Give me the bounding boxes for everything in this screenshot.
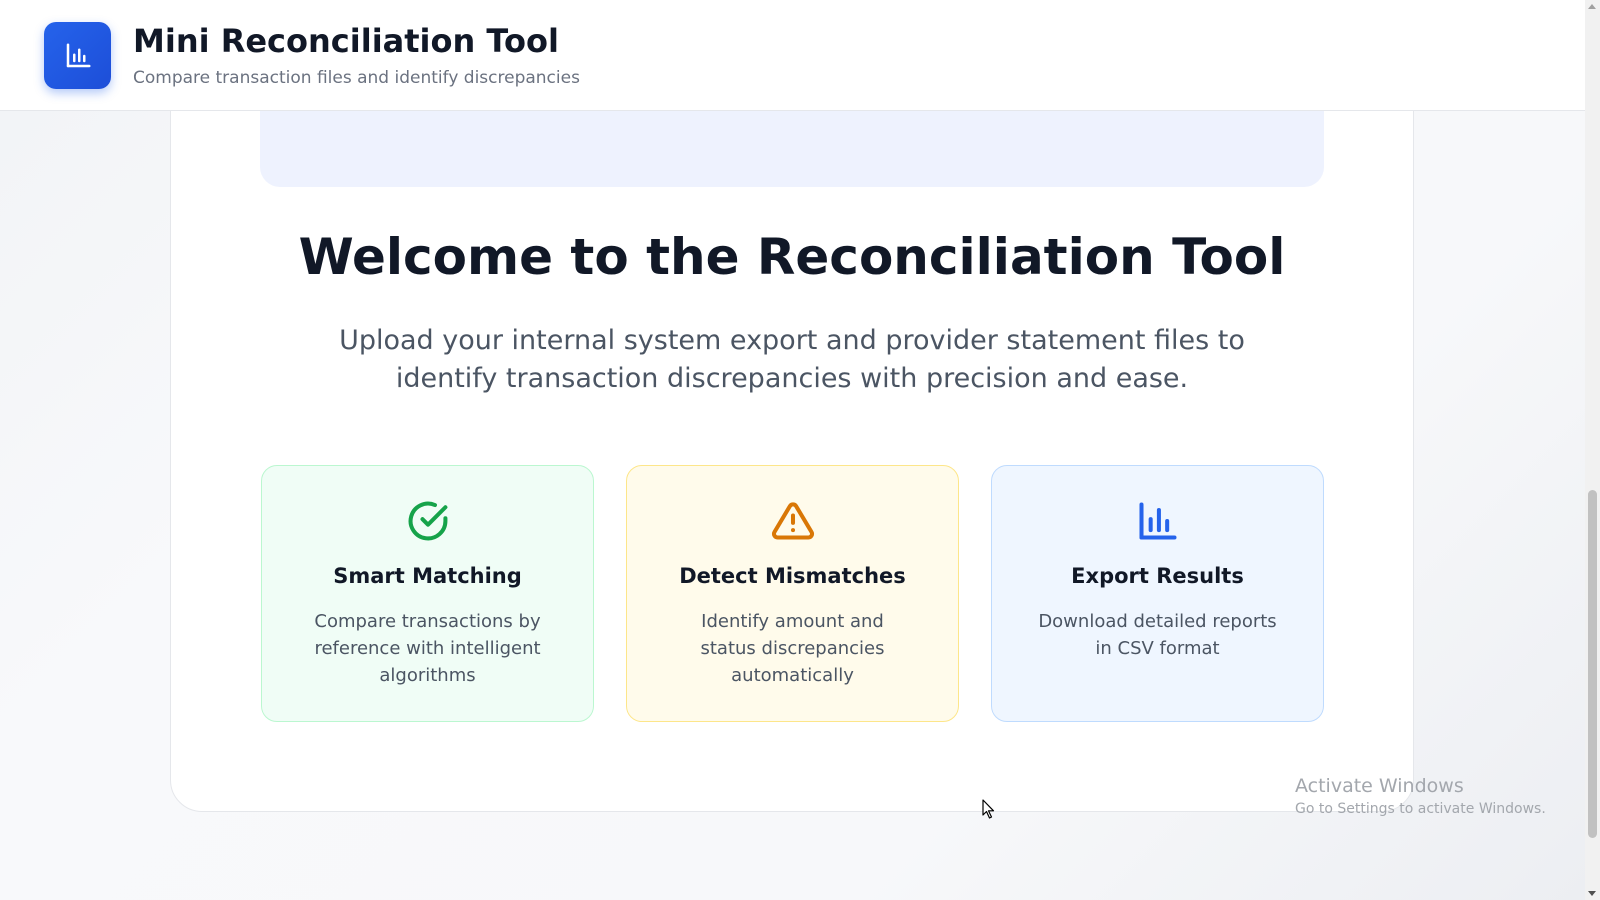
feature-card-export-results: Export Results Download detailed reports… [991,465,1324,722]
feature-description: Identify amount and status discrepancies… [700,611,885,686]
feature-description: Download detailed reports in CSV format [1038,611,1277,659]
feature-description: Compare transactions by reference with i… [314,611,541,686]
bar-chart-icon [66,43,90,67]
watermark-title: Activate Windows [1295,775,1464,797]
app-header: Mini Reconciliation Tool Compare transac… [0,0,1585,111]
feature-card-detect-mismatches: Detect Mismatches Identify amount and st… [626,465,959,722]
feature-title: Export Results [1071,564,1244,588]
bar-chart-icon [1138,502,1177,540]
app-logo [44,22,111,89]
scroll-up-icon[interactable] [1588,4,1596,9]
activate-windows-watermark: Activate Windows Go to Settings to activ… [1295,775,1546,817]
welcome-description: Upload your internal system export and p… [339,325,1245,394]
feature-card-smart-matching: Smart Matching Compare transactions by r… [261,465,594,722]
scroll-thumb[interactable] [1588,490,1597,838]
welcome-title: Welcome to the Reconciliation Tool [298,228,1286,286]
app-title: Mini Reconciliation Tool [133,22,559,60]
watermark-subtitle: Go to Settings to activate Windows. [1295,801,1546,817]
feature-title: Smart Matching [333,564,522,588]
mouse-cursor-icon [982,799,995,819]
check-circle-icon [408,501,447,541]
app-subtitle: Compare transaction files and identify d… [133,68,580,88]
scroll-down-icon[interactable] [1588,891,1596,896]
warning-triangle-icon [771,502,814,540]
vertical-scrollbar[interactable] [1585,0,1600,900]
feature-title: Detect Mismatches [679,564,906,588]
